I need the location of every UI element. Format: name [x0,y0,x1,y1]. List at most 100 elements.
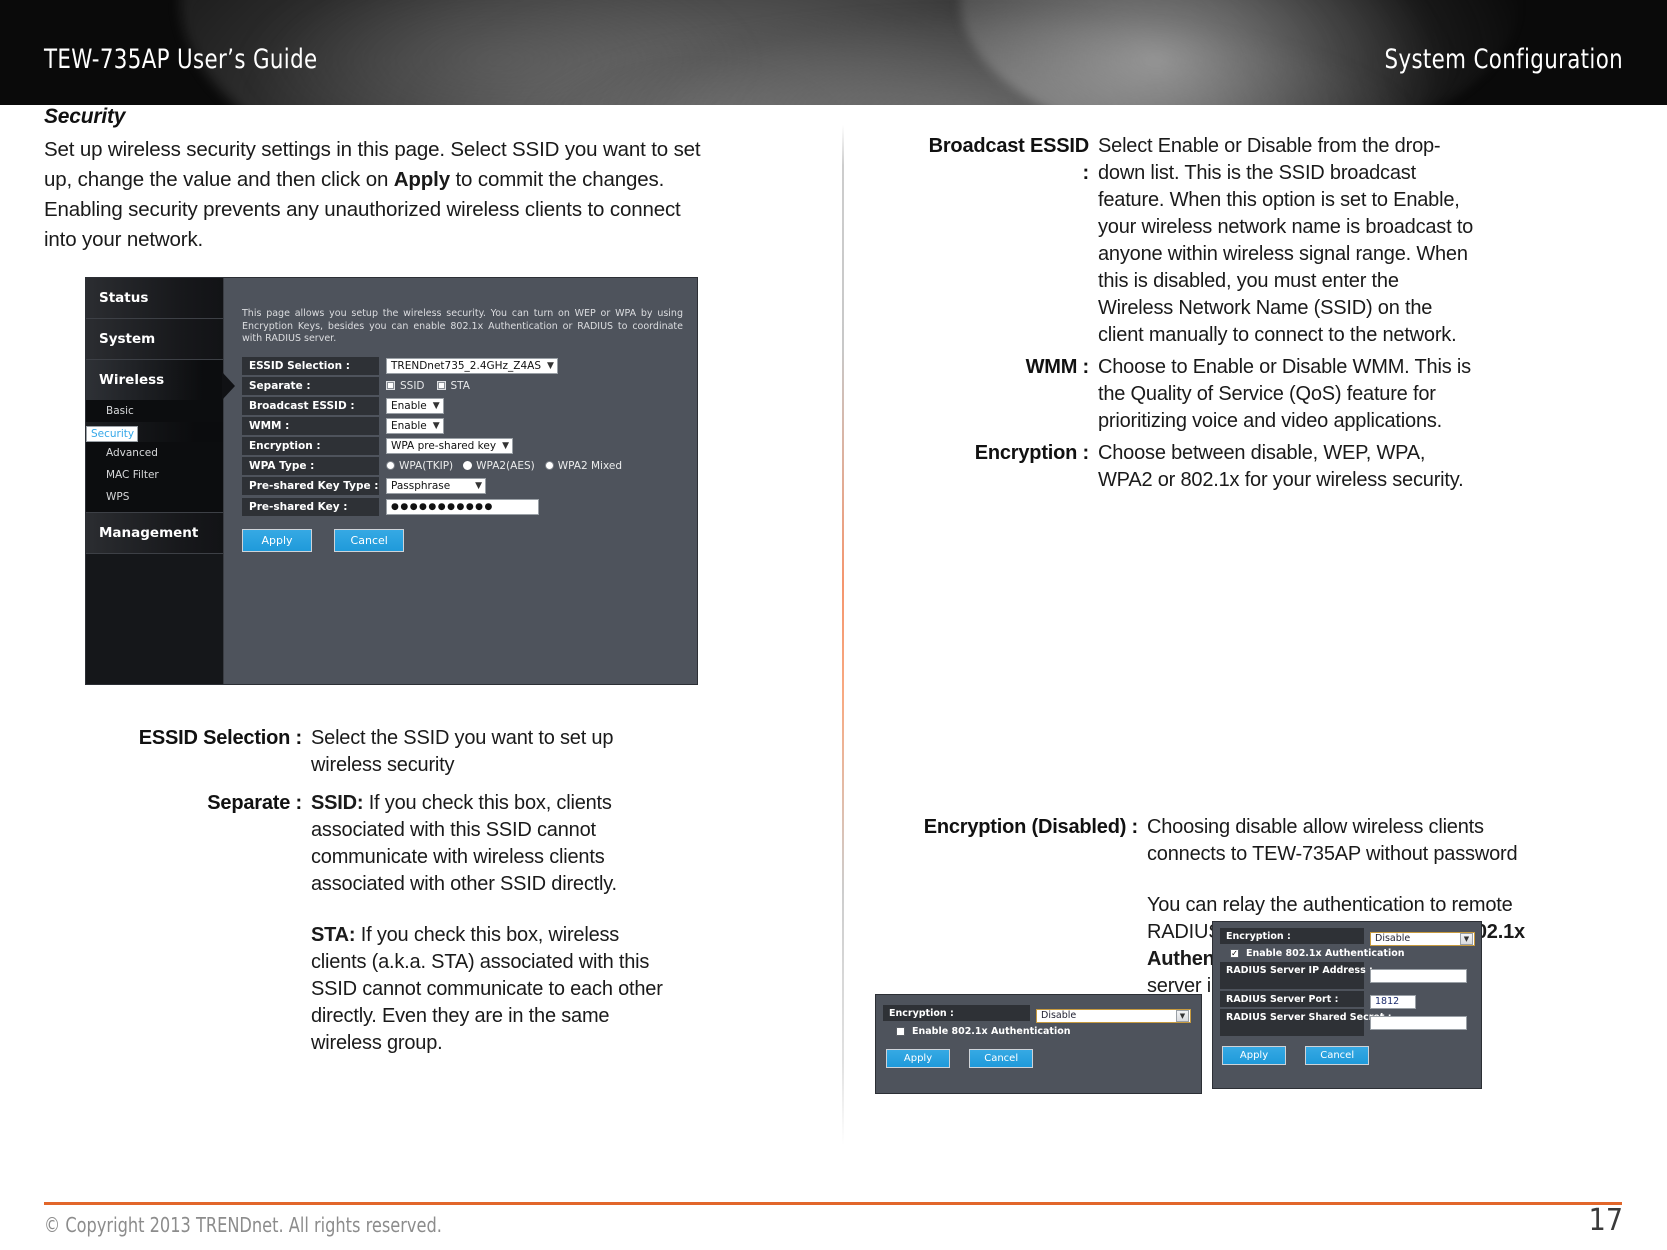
nav-item-advanced[interactable]: Advanced [86,442,223,464]
s2-enable-8021x-checkbox[interactable]: ✓ [1230,949,1239,958]
field-row-wmm: WMM : Enable ▼ [242,416,697,435]
s2-encryption-text: Disable [1375,933,1411,945]
router-security-screenshot: Status System Wireless Basic Security Ad… [85,277,698,685]
definition-broadcast-essid: Broadcast ESSID : Select Enable or Disab… [920,133,1620,349]
chevron-down-icon: ▼ [432,400,440,411]
s1-value-encryption: Disable ▼ [1036,1003,1191,1023]
nav-item-status[interactable]: Status [86,278,223,319]
s2-value-radius-secret [1370,1009,1467,1036]
value-wpa-type: WPA(TKIP) WPA2(AES) WPA2 Mixed [386,460,632,472]
chevron-down-icon[interactable]: ▼ [1176,1009,1189,1022]
s2-field-row-radius-ip: RADIUS Server IP Address : [1220,962,1481,989]
broadcast-essid-text: Enable [391,399,427,412]
chevron-down-icon[interactable]: ▼ [1460,932,1473,945]
footer-page-number: 17 [1588,1203,1623,1238]
separate-sta-checkbox[interactable] [436,381,446,390]
router-content-pane: This page allows you setup the wireless … [224,278,697,684]
value-psk: ●●●●●●●●●●● [386,498,539,515]
s2-label-encryption: Encryption : [1220,928,1364,944]
nav-label-wps: WPS [106,491,130,503]
s1-field-row-encryption: Encryption : Disable ▼ [883,1003,1201,1023]
essid-selection-dropdown[interactable]: TRENDnet735_2.4GHz_Z4AS ▼ [386,357,558,374]
wmm-dropdown[interactable]: Enable ▼ [386,417,444,434]
label-psk: Pre-shared Key : [242,497,379,516]
s2-apply-button[interactable]: Apply [1222,1046,1286,1065]
wpa2-aes-radio[interactable] [463,461,473,470]
s2-radius-ip-input[interactable] [1370,968,1467,983]
definition-separate: Separate : SSID: If you check this box, … [44,790,804,1057]
nav-item-mac-filter[interactable]: MAC Filter [86,464,223,486]
encryption-disabled-screenshot: Encryption : Disable ▼ Enable 802.1x Auth… [875,994,1202,1094]
chevron-down-icon: ▼ [502,440,509,451]
s1-enable-8021x-checkbox[interactable] [896,1027,905,1036]
label-essid-selection: ESSID Selection : [242,356,379,375]
s2-enable-8021x-label: Enable 802.1x Authentication [1246,948,1405,959]
s2-field-row-radius-secret: RADIUS Server Shared Secret : [1220,1009,1481,1036]
nav-label-basic: Basic [106,405,134,417]
s2-radius-secret-input[interactable] [1370,1015,1467,1030]
desc-separate-ssid-bold: SSID: [311,792,364,814]
document-title: TEW-735AP User’s Guide [44,44,318,75]
separate-ssid-label: SSID [400,379,425,392]
separate-ssid-checkbox[interactable] [386,381,395,390]
s1-button-bar: Apply Cancel [886,1046,1201,1068]
nav-item-basic[interactable]: Basic [86,400,223,422]
nav-item-management[interactable]: Management [86,513,223,554]
page-header: TEW-735AP User’s Guide System Configurat… [0,0,1667,105]
encryption-dropdown[interactable]: WPA pre-shared key ▼ [386,437,513,454]
nav-item-security[interactable]: Security [86,426,139,442]
nav-empty-area [86,554,223,684]
essid-selection-text: TRENDnet735_2.4GHz_Z4AS [391,359,542,372]
section-title: System Configuration [1384,44,1623,75]
term-essid-selection: ESSID Selection : [138,727,303,749]
s1-checkbox-row: Enable 802.1x Authentication [896,1026,1201,1037]
s2-encryption-dropdown[interactable]: Disable ▼ [1370,931,1475,946]
broadcast-essid-dropdown[interactable]: Enable ▼ [386,397,444,414]
apply-button[interactable]: Apply [242,528,312,552]
field-row-broadcast-essid: Broadcast ESSID : Enable ▼ [242,396,697,415]
s2-button-bar: Apply Cancel [1222,1043,1481,1065]
nav-group-wireless: Wireless Basic Security Advanced MAC Fil… [86,360,235,513]
s2-checkbox-row: ✓ Enable 802.1x Authentication [1230,948,1481,959]
wpa2-mixed-radio[interactable] [544,461,554,470]
desc-separate-sta-text: If you check this box, wireless clients … [311,924,663,1054]
definition-essid-selection: ESSID Selection : Select the SSID you wa… [44,725,804,779]
s2-label-radius-secret: RADIUS Server Shared Secret : [1220,1009,1392,1036]
column-divider [842,125,844,1145]
s2-cancel-button[interactable]: Cancel [1305,1046,1370,1065]
psk-input[interactable]: ●●●●●●●●●●● [386,498,539,515]
value-psk-type: Passphrase ▼ [386,477,486,494]
nav-item-wireless[interactable]: Wireless [86,360,235,400]
s1-encryption-dropdown[interactable]: Disable ▼ [1036,1008,1191,1023]
label-wpa-type: WPA Type : [242,456,379,475]
router-intro-text: This page allows you setup the wireless … [242,308,683,344]
desc-encryption-disabled-p1: Choosing disable allow wireless clients … [1147,816,1518,865]
s1-apply-button[interactable]: Apply [886,1049,950,1068]
term-encryption-disabled: Encryption (Disabled) : [923,816,1139,838]
desc-separate: SSID: If you check this box, clients ass… [311,790,671,1057]
chevron-down-icon: ▼ [547,360,554,371]
wpa-tkip-label: WPA(TKIP) [399,459,454,472]
term-broadcast-essid: Broadcast ESSID : [928,135,1090,184]
term-encryption: Encryption : [974,442,1089,464]
value-broadcast-essid: Enable ▼ [386,397,444,414]
wpa-tkip-radio[interactable] [386,461,395,470]
nav-label-security: Security [91,428,135,440]
nav-label-status: Status [99,290,149,306]
s1-cancel-button[interactable]: Cancel [969,1049,1034,1068]
cancel-button[interactable]: Cancel [334,528,405,552]
nav-item-system[interactable]: System [86,319,223,360]
psk-type-dropdown[interactable]: Passphrase ▼ [386,477,486,494]
encryption-text: WPA pre-shared key [391,439,497,452]
s2-radius-port-input[interactable]: 1812 [1370,994,1416,1009]
footer-copyright: © Copyright 2013 TRENDnet. All rights re… [44,1213,442,1237]
term-wmm: WMM : [1025,356,1090,378]
field-row-wpa-type: WPA Type : WPA(TKIP) WPA2(AES) WPA2 Mixed [242,456,697,475]
nav-item-wps[interactable]: WPS [86,486,223,513]
s2-value-encryption: Disable ▼ [1370,926,1475,946]
right-column: Broadcast ESSID : Select Enable or Disab… [875,133,1620,1094]
s1-enable-8021x-label: Enable 802.1x Authentication [912,1026,1071,1037]
desc-essid-selection: Select the SSID you want to set up wirel… [311,727,614,776]
page-body: Security Set up wireless security settin… [0,105,1667,1250]
label-separate: Separate : [242,376,379,395]
